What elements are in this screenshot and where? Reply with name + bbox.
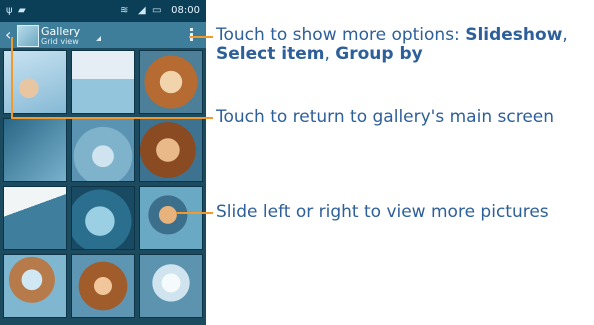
status-bar: ψ ▰ ≋ ◢ ▭ 08:00 — [0, 0, 206, 22]
photo-tile[interactable] — [71, 50, 135, 114]
action-bar: ‹ Gallery Grid view — [0, 22, 206, 48]
photo-tile[interactable] — [139, 118, 203, 182]
menu-options-prefix: Touch to show more options: — [216, 25, 466, 45]
group-by-option: Group by — [335, 44, 423, 64]
callout-line-swipe — [176, 212, 213, 214]
separator: , — [562, 25, 568, 45]
photo-tile[interactable] — [139, 254, 203, 318]
callout-line-back-horizontal — [11, 117, 213, 119]
photo-tile[interactable] — [3, 118, 67, 182]
battery-icon: ▭ — [152, 5, 162, 16]
dropdown-caret-icon[interactable] — [96, 36, 101, 41]
photo-tile[interactable] — [71, 118, 135, 182]
separator: , — [324, 44, 336, 64]
clock: 08:00 — [171, 5, 200, 16]
phone-screen: ψ ▰ ≋ ◢ ▭ 08:00 ‹ Gallery Grid view — [0, 0, 206, 325]
photo-tile[interactable] — [139, 186, 203, 250]
select-item-option: Select item — [216, 44, 325, 64]
wifi-icon: ≋ — [120, 5, 129, 16]
photo-tile[interactable] — [3, 254, 67, 318]
signal-icon: ◢ — [138, 5, 146, 16]
swipe-annotation: Slide left or right to view more picture… — [216, 202, 549, 222]
photo-tile[interactable] — [71, 186, 135, 250]
photo-tile[interactable] — [71, 254, 135, 318]
callout-line-back-vertical — [11, 37, 13, 118]
photo-tile[interactable] — [3, 186, 67, 250]
photo-tile[interactable] — [139, 50, 203, 114]
view-mode-subtitle[interactable]: Grid view — [41, 37, 79, 46]
android-icon: ▰ — [18, 5, 26, 16]
callout-line-menu — [189, 36, 213, 38]
usb-icon: ψ — [6, 5, 13, 16]
slideshow-option: Slideshow — [465, 25, 563, 45]
gallery-app-icon[interactable] — [17, 25, 39, 47]
back-annotation: Touch to return to gallery's main screen — [216, 107, 555, 127]
menu-options-annotation: Touch to show more options: Slideshow, S… — [216, 26, 568, 64]
photo-grid[interactable] — [3, 50, 203, 325]
